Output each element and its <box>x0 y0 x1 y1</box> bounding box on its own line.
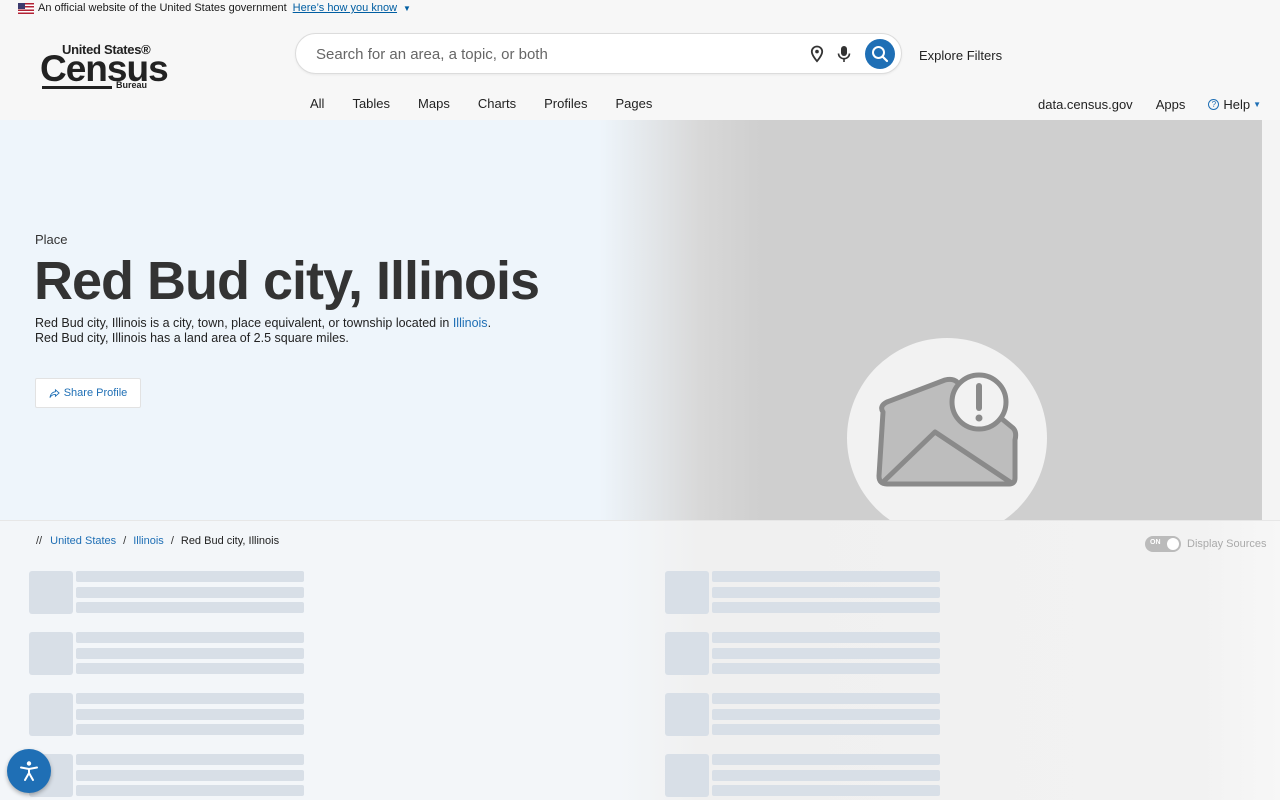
breadcrumb-current: Red Bud city, Illinois <box>180 535 280 547</box>
tab-maps[interactable]: Maps <box>418 96 450 111</box>
skeleton-line <box>712 770 940 781</box>
question-icon: ? <box>1208 99 1220 110</box>
display-sources-control: ON Display Sources <box>1145 536 1266 552</box>
description-line-2: Red Bud city, Illinois has a land area o… <box>35 331 349 345</box>
logo-census: Census <box>40 48 169 89</box>
skeleton-line <box>712 663 940 674</box>
skeleton-line <box>712 602 940 613</box>
location-pin-icon[interactable] <box>808 45 826 63</box>
envelope-alert-icon <box>876 372 1019 487</box>
skeleton-line <box>712 632 940 643</box>
toggle-state: ON <box>1150 539 1161 546</box>
display-sources-toggle[interactable]: ON <box>1145 536 1181 552</box>
us-flag-icon <box>18 2 34 14</box>
display-sources-label: Display Sources <box>1187 538 1267 550</box>
logo-bureau: Bureau <box>116 80 148 90</box>
description-line-1: Red Bud city, Illinois is a city, town, … <box>35 316 492 330</box>
gov-banner: An official website of the United States… <box>0 0 1280 16</box>
skeleton-thumbnail <box>665 754 709 797</box>
skeleton-line <box>76 693 304 704</box>
tab-profiles[interactable]: Profiles <box>544 96 587 111</box>
toggle-knob <box>1167 538 1179 550</box>
illinois-link[interactable]: Illinois <box>453 316 488 330</box>
skeleton-line <box>76 770 304 781</box>
skeleton-line <box>76 648 304 659</box>
skeleton-line <box>76 587 304 598</box>
skeleton-thumbnail <box>29 693 73 736</box>
skeleton-thumbnail <box>665 571 709 614</box>
profile-description: Red Bud city, Illinois is a city, town, … <box>35 316 491 346</box>
skeleton-thumbnail <box>29 571 73 614</box>
share-icon <box>49 388 60 398</box>
accessibility-icon <box>20 761 38 781</box>
profile-main: // United States / Illinois / Red Bud ci… <box>0 520 1280 800</box>
skeleton-line <box>712 709 940 720</box>
search-input[interactable] <box>316 43 796 65</box>
skeleton-line <box>712 754 940 765</box>
skeleton-line <box>76 754 304 765</box>
tab-tables[interactable]: Tables <box>352 96 390 111</box>
search-bar <box>295 33 902 74</box>
breadcrumb-illinois[interactable]: Illinois <box>133 535 164 547</box>
breadcrumb-separator: / <box>123 535 127 547</box>
tab-all[interactable]: All <box>310 96 324 111</box>
skeleton-line <box>712 693 940 704</box>
tab-charts[interactable]: Charts <box>478 96 516 111</box>
skeleton-line <box>76 663 304 674</box>
share-profile-button[interactable]: Share Profile <box>35 378 141 408</box>
breadcrumb: // United States / Illinois / Red Bud ci… <box>36 535 279 547</box>
chevron-down-icon: ▼ <box>1253 100 1261 109</box>
skeleton-line <box>712 724 940 735</box>
apps-link[interactable]: Apps <box>1156 97 1186 112</box>
search-button[interactable] <box>865 39 895 69</box>
result-type-tabs: All Tables Maps Charts Profiles Pages <box>310 96 680 111</box>
search-icon <box>872 46 889 63</box>
skeleton-line <box>712 785 940 796</box>
geography-type-label: Place <box>35 232 68 247</box>
skeleton-line <box>76 602 304 613</box>
tab-pages[interactable]: Pages <box>615 96 652 111</box>
skeleton-thumbnail <box>665 632 709 675</box>
breadcrumb-prefix: // <box>36 535 43 547</box>
share-profile-label: Share Profile <box>63 387 128 399</box>
map-error-placeholder <box>847 338 1047 538</box>
help-menu[interactable]: ? Help ▼ <box>1208 97 1261 112</box>
skeleton-line <box>76 632 304 643</box>
skeleton-line <box>712 648 940 659</box>
breadcrumb-separator: / <box>170 535 174 547</box>
skeleton-line <box>76 709 304 720</box>
heres-how-you-know-link[interactable]: Here’s how you know <box>293 2 397 14</box>
profile-hero: Place Red Bud city, Illinois Red Bud cit… <box>0 120 1280 573</box>
skeleton-thumbnail <box>29 632 73 675</box>
skeleton-line <box>76 724 304 735</box>
gov-banner-text: An official website of the United States… <box>38 2 287 14</box>
data-census-gov-link[interactable]: data.census.gov <box>1038 97 1133 112</box>
help-label: Help <box>1223 97 1251 112</box>
accessibility-button[interactable] <box>7 749 51 793</box>
microphone-icon[interactable] <box>836 45 852 63</box>
explore-filters-link[interactable]: Explore Filters <box>919 48 1002 63</box>
skeleton-line <box>712 587 940 598</box>
breadcrumb-united-states[interactable]: United States <box>50 535 116 547</box>
logo-underline <box>42 86 112 89</box>
skeleton-line <box>76 571 304 582</box>
census-logo[interactable]: United States® Census Bureau <box>40 42 169 94</box>
site-header: United States® Census Bureau Explore Fil… <box>0 16 1280 120</box>
skeleton-thumbnail <box>665 693 709 736</box>
page-title: Red Bud city, Illinois <box>34 251 540 311</box>
skeleton-line <box>76 785 304 796</box>
header-right-links: data.census.gov Apps ? Help ▼ <box>1038 97 1261 112</box>
chevron-down-icon[interactable]: ▼ <box>403 4 411 13</box>
skeleton-line <box>712 571 940 582</box>
